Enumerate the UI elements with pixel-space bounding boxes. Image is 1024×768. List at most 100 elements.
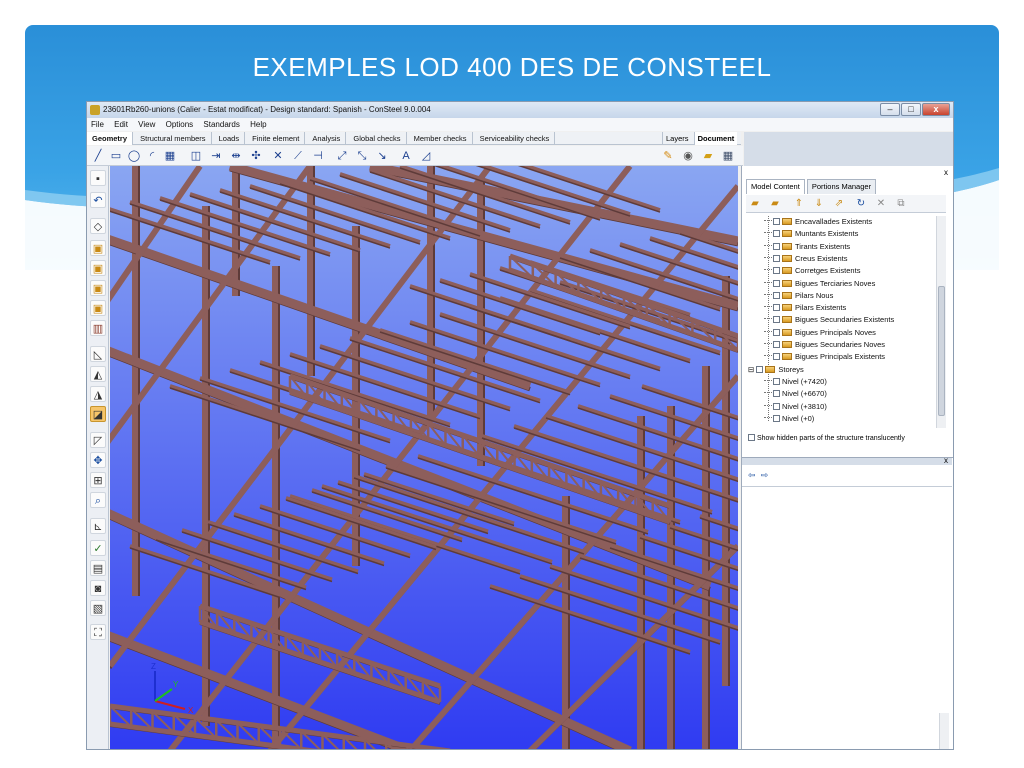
tree-checkbox[interactable] [773, 230, 780, 238]
mirror-tool-icon[interactable]: ⇹ [229, 149, 243, 163]
menu-standards[interactable]: Standards [199, 118, 243, 131]
back-arrow-icon[interactable]: ⇦ [748, 470, 756, 480]
undo-icon[interactable]: ↶ [90, 192, 106, 208]
tree-item[interactable]: Encavallades Existents [764, 216, 872, 228]
tree-checkbox[interactable] [773, 267, 780, 275]
tab-portions-manager[interactable]: Portions Manager [806, 179, 877, 194]
portion-up-icon[interactable]: ⇑ [792, 197, 806, 211]
tree-checkbox[interactable] [773, 316, 780, 324]
plate-tool-icon[interactable]: ◫ [189, 149, 203, 163]
tab-global-checks[interactable]: Global checks [348, 132, 407, 145]
tree-scrollbar[interactable] [936, 216, 946, 428]
portion-add-icon[interactable]: ▰ [748, 197, 762, 211]
cube-top-icon[interactable]: ▣ [90, 260, 106, 276]
collapse-icon[interactable]: ⊟ [748, 365, 756, 374]
clipboard-icon[interactable]: ▤ [90, 560, 106, 576]
menu-help[interactable]: Help [246, 118, 270, 131]
tree-item[interactable]: Bigues Secundaries Existents [764, 314, 894, 326]
line-tool-icon[interactable]: ╱ [91, 149, 105, 163]
section-view-icon[interactable]: ◮ [90, 386, 106, 402]
intersect-tool-icon[interactable]: ✕ [271, 149, 285, 163]
minimize-button[interactable]: – [880, 103, 900, 116]
edit-document-icon[interactable]: ✎ [661, 149, 675, 163]
menu-view[interactable]: View [134, 118, 159, 131]
tree-scroll-thumb[interactable] [938, 286, 945, 416]
cube-front-icon[interactable]: ▣ [90, 240, 106, 256]
portion-remove-icon[interactable]: ✕ [874, 197, 888, 211]
tree-group-storeys[interactable]: ⊟ Storeys [748, 364, 804, 376]
cube-side-icon[interactable]: ▣ [90, 280, 106, 296]
tree-checkbox[interactable] [773, 279, 780, 287]
tree-item[interactable]: Tirants Existents [764, 241, 850, 253]
tree-item[interactable]: Nivel (+7420) [764, 376, 827, 388]
menu-options[interactable]: Options [162, 118, 198, 131]
save-icon[interactable]: ▪ [90, 170, 106, 186]
pan-icon[interactable]: ✥ [90, 452, 106, 468]
tab-member-checks[interactable]: Member checks [409, 132, 473, 145]
tab-finite-element[interactable]: Finite element [247, 132, 306, 145]
portion-refresh-icon[interactable]: ↻ [854, 197, 868, 211]
tab-serviceability-checks[interactable]: Serviceability checks [475, 132, 556, 145]
connect-tool-icon[interactable]: ⤢ [335, 149, 349, 163]
portion-down-icon[interactable]: ⇓ [812, 197, 826, 211]
tree-checkbox[interactable] [773, 242, 780, 250]
rectangle-tool-icon[interactable]: ▭ [109, 149, 123, 163]
menu-file[interactable]: File [87, 118, 108, 131]
tree-item[interactable]: Bigues Terciaries Noves [764, 278, 875, 290]
report-icon[interactable]: ▧ [90, 600, 106, 616]
table-icon[interactable]: ▦ [721, 149, 735, 163]
info-panel-close-icon[interactable]: x [944, 456, 948, 465]
tab-layers[interactable]: Layers [662, 132, 692, 145]
measure-icon[interactable]: ⊾ [90, 518, 106, 534]
tree-item[interactable]: Bigues Principals Noves [764, 327, 876, 339]
wire-view-icon[interactable]: ◺ [90, 346, 106, 362]
render-icon[interactable]: ▥ [90, 320, 106, 336]
extend-tool-icon[interactable]: ⊣ [311, 149, 325, 163]
tree-item[interactable]: Pilars Nous [764, 290, 833, 302]
zoom-icon[interactable]: ⌕ [90, 492, 106, 508]
tree-item[interactable]: Creus Existents [764, 253, 848, 265]
close-button[interactable]: x [922, 103, 950, 116]
folder-icon[interactable]: ▰ [701, 149, 715, 163]
tree-checkbox[interactable] [773, 218, 780, 225]
arc-tool-icon[interactable]: ◜ [145, 149, 159, 163]
grid-tool-icon[interactable]: ▦ [163, 149, 177, 163]
tree-checkbox[interactable] [773, 414, 780, 422]
tree-item[interactable]: Nivel (+0) [764, 413, 814, 425]
portion-merge-icon[interactable]: ⧉ [894, 197, 908, 211]
tree-checkbox[interactable] [773, 402, 780, 410]
tab-document[interactable]: Document [693, 132, 738, 145]
tree-checkbox[interactable] [773, 353, 780, 361]
fit-view-icon[interactable]: ⛶ [90, 624, 106, 640]
panel-close-icon[interactable]: x [944, 168, 948, 177]
tree-item[interactable]: Muntants Existents [764, 228, 858, 240]
tree-item[interactable]: Bigues Principals Existents [764, 351, 885, 363]
model-3d-viewport[interactable]: Z X Y [110, 166, 738, 750]
select-icon[interactable]: ◸ [90, 432, 106, 448]
node-tool-icon[interactable]: ✣ [249, 149, 263, 163]
forward-arrow-icon[interactable]: ⇨ [761, 470, 769, 480]
tree-checkbox[interactable] [773, 254, 780, 262]
dimension-tool-icon[interactable]: A [399, 149, 413, 163]
tree-checkbox[interactable] [773, 304, 780, 312]
tree-item[interactable]: Nivel (+3810) [764, 401, 827, 413]
angle-tool-icon[interactable]: ◿ [419, 149, 433, 163]
split-tool-icon[interactable]: ⟋ [291, 149, 305, 163]
portion-move-icon[interactable]: ⇗ [832, 197, 846, 211]
offset-tool-icon[interactable]: ⇥ [209, 149, 223, 163]
steel-structure-model[interactable]: Z X Y [110, 166, 738, 750]
solid-view-icon[interactable]: ◪ [90, 406, 106, 422]
tree-checkbox[interactable] [773, 341, 780, 348]
tab-loads[interactable]: Loads [214, 132, 246, 145]
tab-structural-members[interactable]: Structural members [135, 132, 212, 145]
show-hidden-checkbox[interactable]: Show hidden parts of the structure trans… [748, 434, 905, 444]
tree-checkbox[interactable] [773, 377, 780, 385]
tab-model-content[interactable]: Model Content [746, 179, 805, 194]
trim-tool-icon[interactable]: ⤡ [355, 149, 369, 163]
zoom-window-icon[interactable]: ⊞ [90, 472, 106, 488]
portion-copy-icon[interactable]: ▰ [768, 197, 782, 211]
shaded-view-icon[interactable]: ◭ [90, 366, 106, 382]
tree-checkbox[interactable] [756, 365, 764, 373]
check-icon[interactable]: ✓ [90, 540, 106, 556]
tree-item[interactable]: Bigues Secundaries Noves [764, 339, 885, 351]
